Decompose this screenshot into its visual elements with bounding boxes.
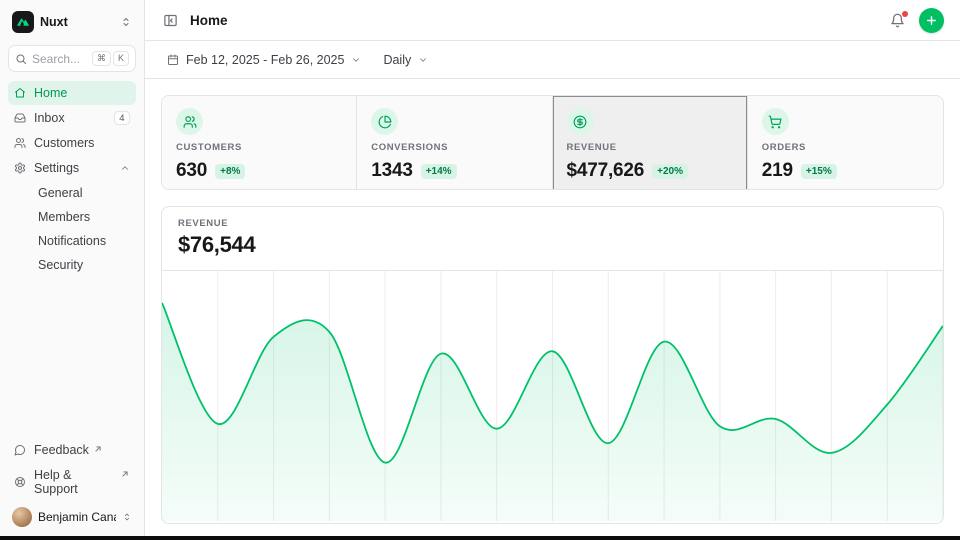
sidebar-item-customers[interactable]: Customers: [8, 131, 136, 155]
collapse-sidebar-button[interactable]: [161, 11, 180, 30]
x-tick-label: 16 Feb: [370, 523, 401, 524]
chart-plot-area[interactable]: 14 Feb 16 Feb 18 Feb 20 Feb 22 Feb 24 Feb: [162, 271, 943, 524]
stat-delta-badge: +15%: [801, 164, 837, 179]
sidebar-item-security[interactable]: Security: [8, 253, 136, 277]
revenue-chart-card: REVENUE $76,544 14 Feb 16 Feb 18 Feb 20 Feb…: [161, 206, 944, 524]
sidebar-item-label: Home: [34, 86, 67, 100]
granularity-label: Daily: [383, 53, 411, 67]
x-tick-label: 22 Feb: [704, 523, 735, 524]
lifebuoy-icon: [14, 476, 26, 488]
sidebar-item-notifications[interactable]: Notifications: [8, 229, 136, 253]
sidebar-item-members[interactable]: Members: [8, 205, 136, 229]
chart-header: REVENUE $76,544: [162, 207, 943, 271]
stat-delta-badge: +8%: [215, 164, 245, 179]
stat-value: 1343: [371, 160, 412, 182]
area-chart: [162, 271, 943, 521]
stat-value: $477,626: [567, 160, 645, 182]
plus-icon: [925, 14, 938, 27]
avatar: [12, 507, 32, 527]
sidebar-spacer: [8, 278, 136, 437]
nuxt-logo-icon: [12, 11, 34, 33]
stat-card-conversions[interactable]: CONVERSIONS 1343 +14%: [357, 96, 552, 190]
stat-value: 630: [176, 160, 207, 182]
x-tick-label: 20 Feb: [593, 523, 624, 524]
stat-card-customers[interactable]: CUSTOMERS 630 +8%: [162, 96, 357, 190]
chevron-down-icon: [418, 55, 428, 65]
sidebar: Nuxt ⌘K Home Inbox 4: [0, 0, 145, 540]
shopping-cart-icon: [762, 108, 789, 135]
notifications-button[interactable]: [888, 11, 907, 30]
users-icon: [176, 108, 203, 135]
x-axis-ticks: 14 Feb 16 Feb 18 Feb 20 Feb 22 Feb 24 Feb: [162, 521, 943, 524]
sidebar-item-feedback[interactable]: Feedback: [8, 438, 136, 462]
filter-toolbar: Feb 12, 2025 - Feb 26, 2025 Daily: [145, 41, 960, 79]
granularity-select[interactable]: Daily: [377, 48, 434, 72]
calendar-icon: [167, 54, 179, 66]
inbox-icon: [14, 112, 26, 124]
search-icon: [15, 53, 27, 65]
chevron-up-icon: [120, 163, 130, 173]
sidebar-item-help-support[interactable]: Help & Support: [8, 463, 136, 501]
sidebar-item-settings[interactable]: Settings: [8, 156, 136, 180]
message-bubble-icon: [14, 444, 26, 456]
stat-label: CUSTOMERS: [176, 142, 342, 153]
user-menu[interactable]: Benjamin Canac: [8, 502, 136, 532]
external-link-icon: [120, 469, 130, 479]
sidebar-item-home[interactable]: Home: [8, 81, 136, 105]
top-header: Home: [145, 0, 960, 41]
inbox-count-badge: 4: [114, 111, 130, 125]
stat-label: REVENUE: [567, 142, 733, 153]
home-icon: [14, 87, 26, 99]
app-window: Nuxt ⌘K Home Inbox 4: [0, 0, 960, 540]
main-area: Home Fe: [145, 0, 960, 540]
chevron-down-icon: [351, 55, 361, 65]
x-tick-label: 24 Feb: [816, 523, 847, 524]
users-icon: [14, 137, 26, 149]
gear-icon: [14, 162, 26, 174]
x-tick-label: 14 Feb: [258, 523, 289, 524]
stats-grid: CUSTOMERS 630 +8% CONVERSIONS 1343 +14%: [161, 95, 944, 190]
workspace-switcher[interactable]: Nuxt: [8, 8, 136, 36]
stat-card-orders[interactable]: ORDERS 219 +15%: [748, 96, 943, 190]
stat-label: CONVERSIONS: [371, 142, 537, 153]
search-shortcut: ⌘K: [92, 51, 129, 67]
stat-delta-badge: +20%: [652, 164, 688, 179]
stat-delta-badge: +14%: [421, 164, 457, 179]
sidebar-item-inbox[interactable]: Inbox 4: [8, 106, 136, 130]
sidebar-item-general[interactable]: General: [8, 181, 136, 205]
chevron-up-down-icon: [120, 16, 132, 28]
notification-dot: [902, 11, 908, 17]
date-range-label: Feb 12, 2025 - Feb 26, 2025: [186, 53, 344, 67]
settings-submenu: General Members Notifications Security: [8, 181, 136, 277]
add-button[interactable]: [919, 8, 944, 33]
panel-left-icon: [163, 13, 178, 28]
sidebar-item-label: Settings: [34, 161, 79, 175]
chevron-up-down-icon: [122, 512, 132, 522]
stat-label: ORDERS: [762, 142, 929, 153]
x-tick-label: 18 Feb: [481, 523, 512, 524]
chart-current-value: $76,544: [178, 232, 927, 258]
content: CUSTOMERS 630 +8% CONVERSIONS 1343 +14%: [145, 79, 960, 540]
search-input[interactable]: ⌘K: [8, 45, 136, 72]
page-title: Home: [190, 13, 228, 28]
pie-chart-icon: [371, 108, 398, 135]
date-range-picker[interactable]: Feb 12, 2025 - Feb 26, 2025: [161, 48, 367, 72]
external-link-icon: [93, 444, 103, 454]
search-field[interactable]: [32, 52, 80, 66]
chart-title: REVENUE: [178, 218, 927, 229]
stat-card-revenue[interactable]: REVENUE $477,626 +20%: [553, 96, 748, 190]
sidebar-item-label: Customers: [34, 136, 94, 150]
sidebar-item-label: Help & Support: [34, 468, 116, 496]
sidebar-item-label: Feedback: [34, 443, 89, 457]
dollar-circle-icon: [567, 108, 594, 135]
user-name: Benjamin Canac: [38, 510, 116, 524]
window-bottom-edge: [0, 536, 960, 540]
workspace-name: Nuxt: [40, 15, 114, 29]
sidebar-item-label: Inbox: [34, 111, 65, 125]
stat-value: 219: [762, 160, 793, 182]
